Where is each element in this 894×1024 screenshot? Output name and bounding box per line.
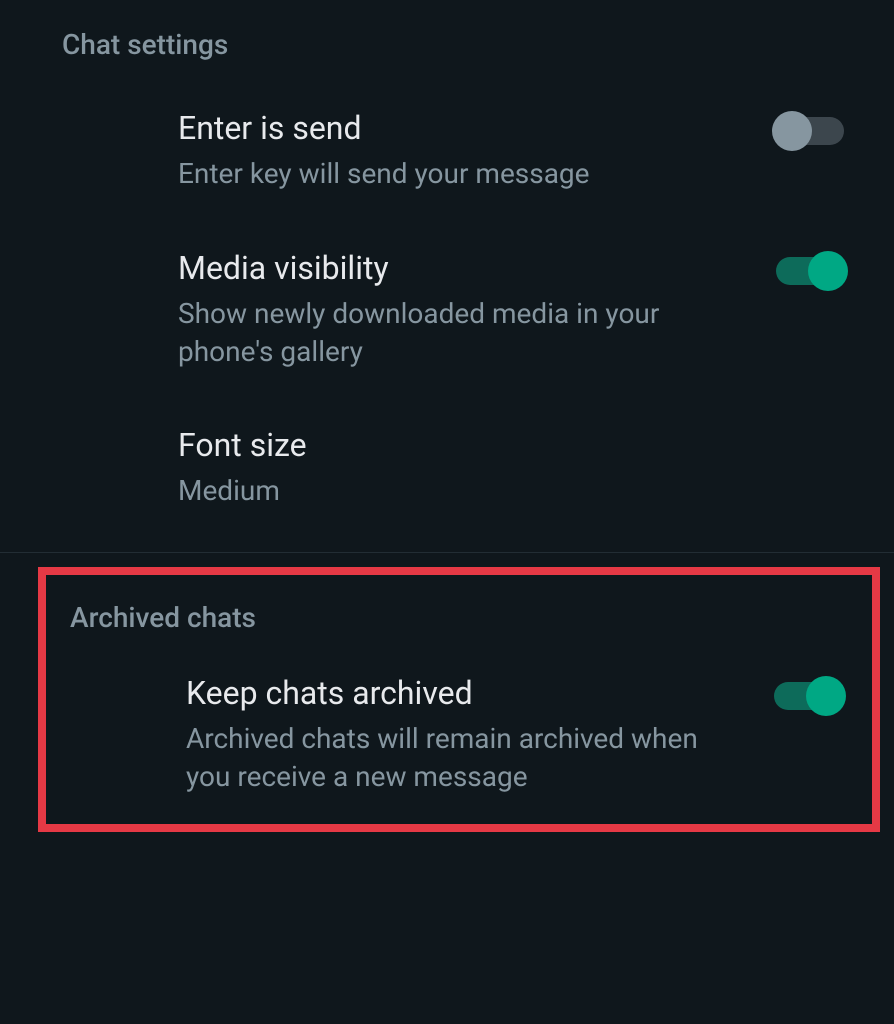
archived-chats-header: Archived chats <box>46 575 872 650</box>
media-visibility-content: Media visibility Show newly downloaded m… <box>178 249 776 371</box>
enter-is-send-content: Enter is send Enter key will send your m… <box>178 109 776 193</box>
media-visibility-toggle[interactable] <box>776 257 844 285</box>
enter-is-send-subtitle: Enter key will send your message <box>178 155 746 193</box>
section-divider <box>0 552 894 553</box>
keep-chats-archived-row[interactable]: Keep chats archived Archived chats will … <box>46 650 872 814</box>
chat-settings-header: Chat settings <box>0 0 894 81</box>
archived-chats-highlighted-section: Archived chats Keep chats archived Archi… <box>38 567 880 832</box>
keep-chats-archived-content: Keep chats archived Archived chats will … <box>186 674 774 796</box>
font-size-title: Font size <box>178 426 814 464</box>
media-visibility-title: Media visibility <box>178 249 746 287</box>
enter-is-send-row[interactable]: Enter is send Enter key will send your m… <box>0 81 894 221</box>
toggle-knob <box>772 111 812 151</box>
chat-settings-section: Chat settings Enter is send Enter key wi… <box>0 0 894 538</box>
keep-chats-archived-toggle[interactable] <box>774 682 842 710</box>
enter-is-send-title: Enter is send <box>178 109 746 147</box>
font-size-row[interactable]: Font size Medium <box>0 398 894 538</box>
media-visibility-subtitle: Show newly downloaded media in your phon… <box>178 295 746 371</box>
enter-is-send-toggle[interactable] <box>776 117 844 145</box>
font-size-subtitle: Medium <box>178 472 814 510</box>
toggle-knob <box>808 251 848 291</box>
toggle-knob <box>806 676 846 716</box>
keep-chats-archived-subtitle: Archived chats will remain archived when… <box>186 720 744 796</box>
keep-chats-archived-title: Keep chats archived <box>186 674 744 712</box>
media-visibility-row[interactable]: Media visibility Show newly downloaded m… <box>0 221 894 399</box>
font-size-content: Font size Medium <box>178 426 844 510</box>
